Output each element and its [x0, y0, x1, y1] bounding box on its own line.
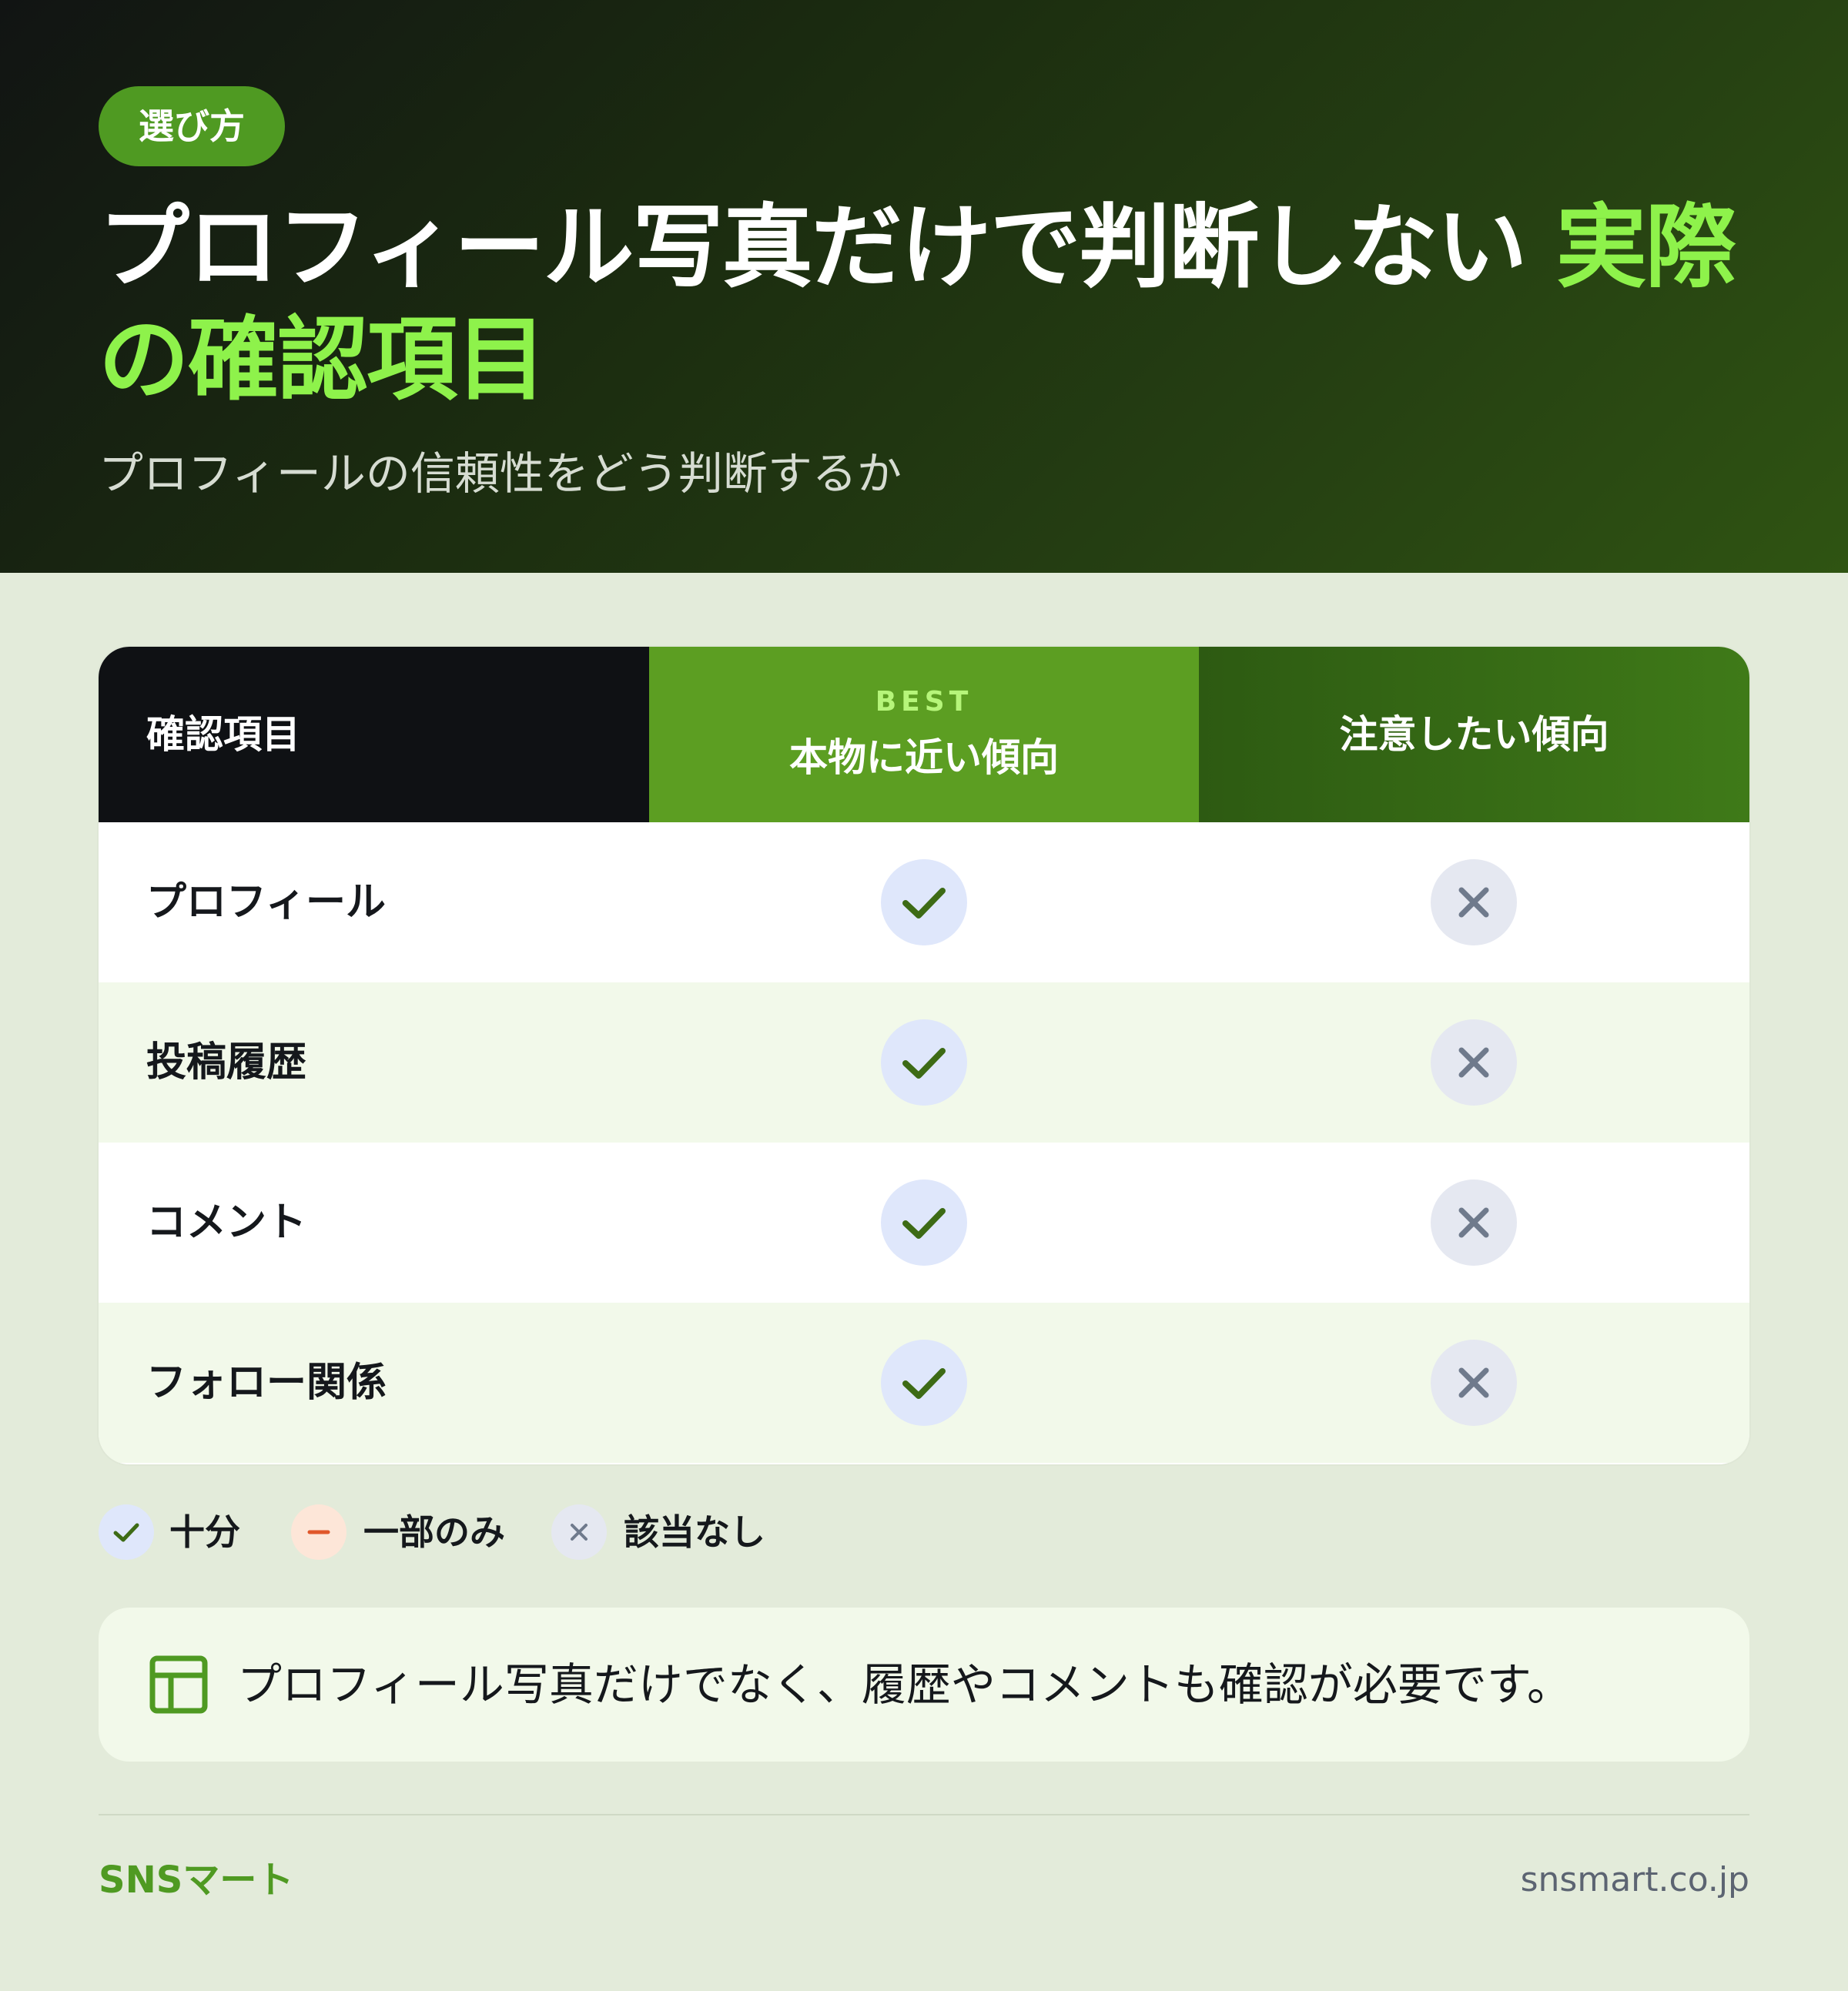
best-badge: BEST: [875, 686, 973, 718]
table-header: 確認項目 BEST 本物に近い傾向 注意したい傾向: [99, 647, 1749, 822]
cross-icon: [1431, 1340, 1517, 1426]
table-row: 投稿履歴: [99, 982, 1749, 1143]
legend: 十分 一部のみ 該当なし: [99, 1504, 1023, 1560]
footer-divider: [99, 1814, 1749, 1815]
note-box: プロフィール写真だけでなく、履歴やコメントも確認が必要です。: [99, 1608, 1749, 1762]
table-row: コメント: [99, 1143, 1749, 1303]
site-url[interactable]: snsmart.co.jp: [1521, 1855, 1749, 1905]
note-text: プロフィール写真だけでなく、履歴やコメントも確認が必要です。: [237, 1658, 1572, 1711]
legend-partial-label: 一部のみ: [363, 1511, 505, 1553]
brand-logo[interactable]: SNSマート: [99, 1855, 293, 1905]
check-icon: [881, 1340, 967, 1426]
legend-minus-icon: [291, 1504, 346, 1560]
category-tag: 選び方: [99, 86, 285, 166]
table-row: フォロー関係: [99, 1303, 1749, 1463]
page-subtitle: プロフィールの信頼性をどう判断するか: [99, 447, 902, 500]
title-highlight-1: 実際: [1555, 194, 1736, 300]
cross-icon: [1431, 1180, 1517, 1266]
column-header-genuine-label: 本物に近い傾向: [789, 735, 1059, 780]
row-label: コメント: [146, 1200, 307, 1246]
column-header-item: 確認項目: [99, 647, 649, 822]
row-label: 投稿履歴: [146, 1039, 307, 1086]
legend-none-label: 該当なし: [624, 1511, 765, 1553]
comparison-table: 確認項目 BEST 本物に近い傾向 注意したい傾向 プロフィール 投稿履歴 コメ…: [99, 647, 1749, 1464]
cross-icon: [1431, 1019, 1517, 1106]
cross-icon: [1431, 859, 1517, 945]
row-label: フォロー関係: [146, 1360, 387, 1406]
layout-icon: [148, 1654, 209, 1715]
title-main: プロフィール写真だけで判断しない: [99, 194, 1556, 300]
check-icon: [881, 859, 967, 945]
check-icon: [881, 1019, 967, 1106]
table-row: プロフィール: [99, 822, 1749, 982]
hero-header: 選び方 プロフィール写真だけで判断しない 実際の確認項目 プロフィールの信頼性を…: [0, 0, 1848, 573]
page-title: プロフィール写真だけで判断しない 実際の確認項目: [99, 191, 1762, 416]
title-highlight-2: の確認項目: [99, 306, 547, 413]
legend-cross-icon: [551, 1504, 607, 1560]
column-header-item-label: 確認項目: [146, 712, 300, 757]
row-label: プロフィール: [146, 879, 386, 925]
legend-full-label: 十分: [169, 1511, 240, 1553]
column-header-caution: 注意したい傾向: [1199, 647, 1749, 822]
legend-check-icon: [99, 1504, 154, 1560]
column-header-caution-label: 注意したい傾向: [1339, 712, 1609, 757]
column-header-genuine: BEST 本物に近い傾向: [649, 647, 1199, 822]
check-icon: [881, 1180, 967, 1266]
